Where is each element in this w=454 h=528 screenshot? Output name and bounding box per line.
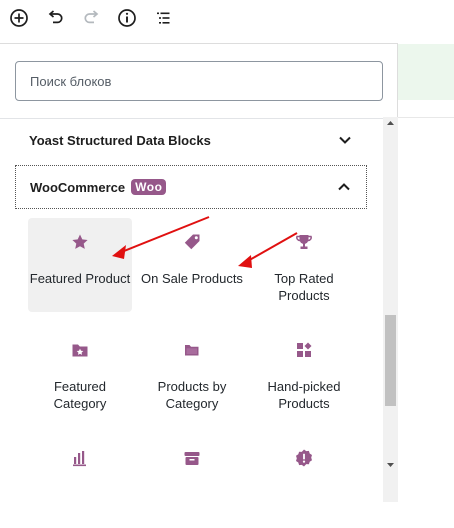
block-featured-product[interactable]: Featured Product bbox=[28, 218, 132, 312]
folder-star-icon bbox=[72, 344, 88, 357]
block-reviews-stats[interactable] bbox=[28, 434, 132, 528]
block-label: On Sale Products bbox=[141, 271, 243, 286]
panel-woocommerce-title-wrap: WooCommerce Woo bbox=[30, 179, 336, 195]
info-button[interactable] bbox=[114, 6, 140, 30]
block-product-badge[interactable] bbox=[252, 434, 356, 528]
star-icon bbox=[72, 234, 88, 249]
outline-icon bbox=[157, 12, 170, 24]
scrollbar-thumb[interactable] bbox=[385, 315, 396, 406]
block-on-sale-products[interactable]: On Sale Products bbox=[140, 218, 244, 312]
add-block-icon bbox=[10, 9, 28, 27]
editor-toolbar bbox=[0, 0, 454, 38]
folder-icon bbox=[185, 345, 199, 356]
search-blocks-input[interactable] bbox=[15, 61, 383, 101]
panel-yoast-header[interactable]: Yoast Structured Data Blocks bbox=[15, 118, 367, 162]
tag-icon bbox=[184, 234, 200, 250]
block-label: Products by Category bbox=[157, 379, 227, 411]
bar-chart-icon bbox=[73, 451, 86, 467]
info-icon bbox=[118, 9, 136, 27]
outline-button[interactable] bbox=[150, 6, 176, 30]
redo-button[interactable] bbox=[79, 6, 105, 30]
editor-notice-area bbox=[398, 44, 454, 100]
add-block-button[interactable] bbox=[6, 6, 32, 30]
archive-icon bbox=[184, 452, 200, 465]
panel-yoast-title: Yoast Structured Data Blocks bbox=[29, 132, 211, 148]
panel-woocommerce-title: WooCommerce bbox=[30, 179, 126, 195]
editor-divider bbox=[398, 117, 454, 118]
block-featured-category[interactable]: Featured Category bbox=[28, 326, 132, 420]
trophy-icon bbox=[296, 235, 312, 249]
block-label: Hand-picked Products bbox=[267, 379, 341, 411]
block-top-rated-products[interactable]: Top Rated Products bbox=[252, 218, 356, 312]
scroll-up-icon[interactable] bbox=[386, 119, 395, 127]
badge-icon bbox=[296, 449, 312, 467]
search-wrapper bbox=[15, 61, 383, 101]
redo-icon bbox=[84, 10, 99, 24]
block-label: Featured Category bbox=[53, 379, 107, 411]
panel-woocommerce-header[interactable]: WooCommerce Woo bbox=[15, 165, 367, 209]
grid-icon bbox=[297, 342, 312, 357]
woocommerce-logo: Woo bbox=[131, 179, 167, 195]
block-label: Featured Product bbox=[29, 271, 131, 286]
undo-icon bbox=[48, 10, 63, 24]
undo-button[interactable] bbox=[42, 6, 68, 30]
chevron-up-icon bbox=[338, 183, 350, 191]
block-product-categories[interactable] bbox=[140, 434, 244, 528]
chevron-down-icon bbox=[339, 136, 351, 144]
scroll-down-icon[interactable] bbox=[386, 461, 395, 469]
block-products-by-category[interactable]: Products by Category bbox=[140, 326, 244, 420]
inserter-scrollbar[interactable] bbox=[383, 117, 398, 502]
block-hand-picked-products[interactable]: Hand-picked Products bbox=[252, 326, 356, 420]
block-label: Top Rated Products bbox=[274, 271, 334, 303]
